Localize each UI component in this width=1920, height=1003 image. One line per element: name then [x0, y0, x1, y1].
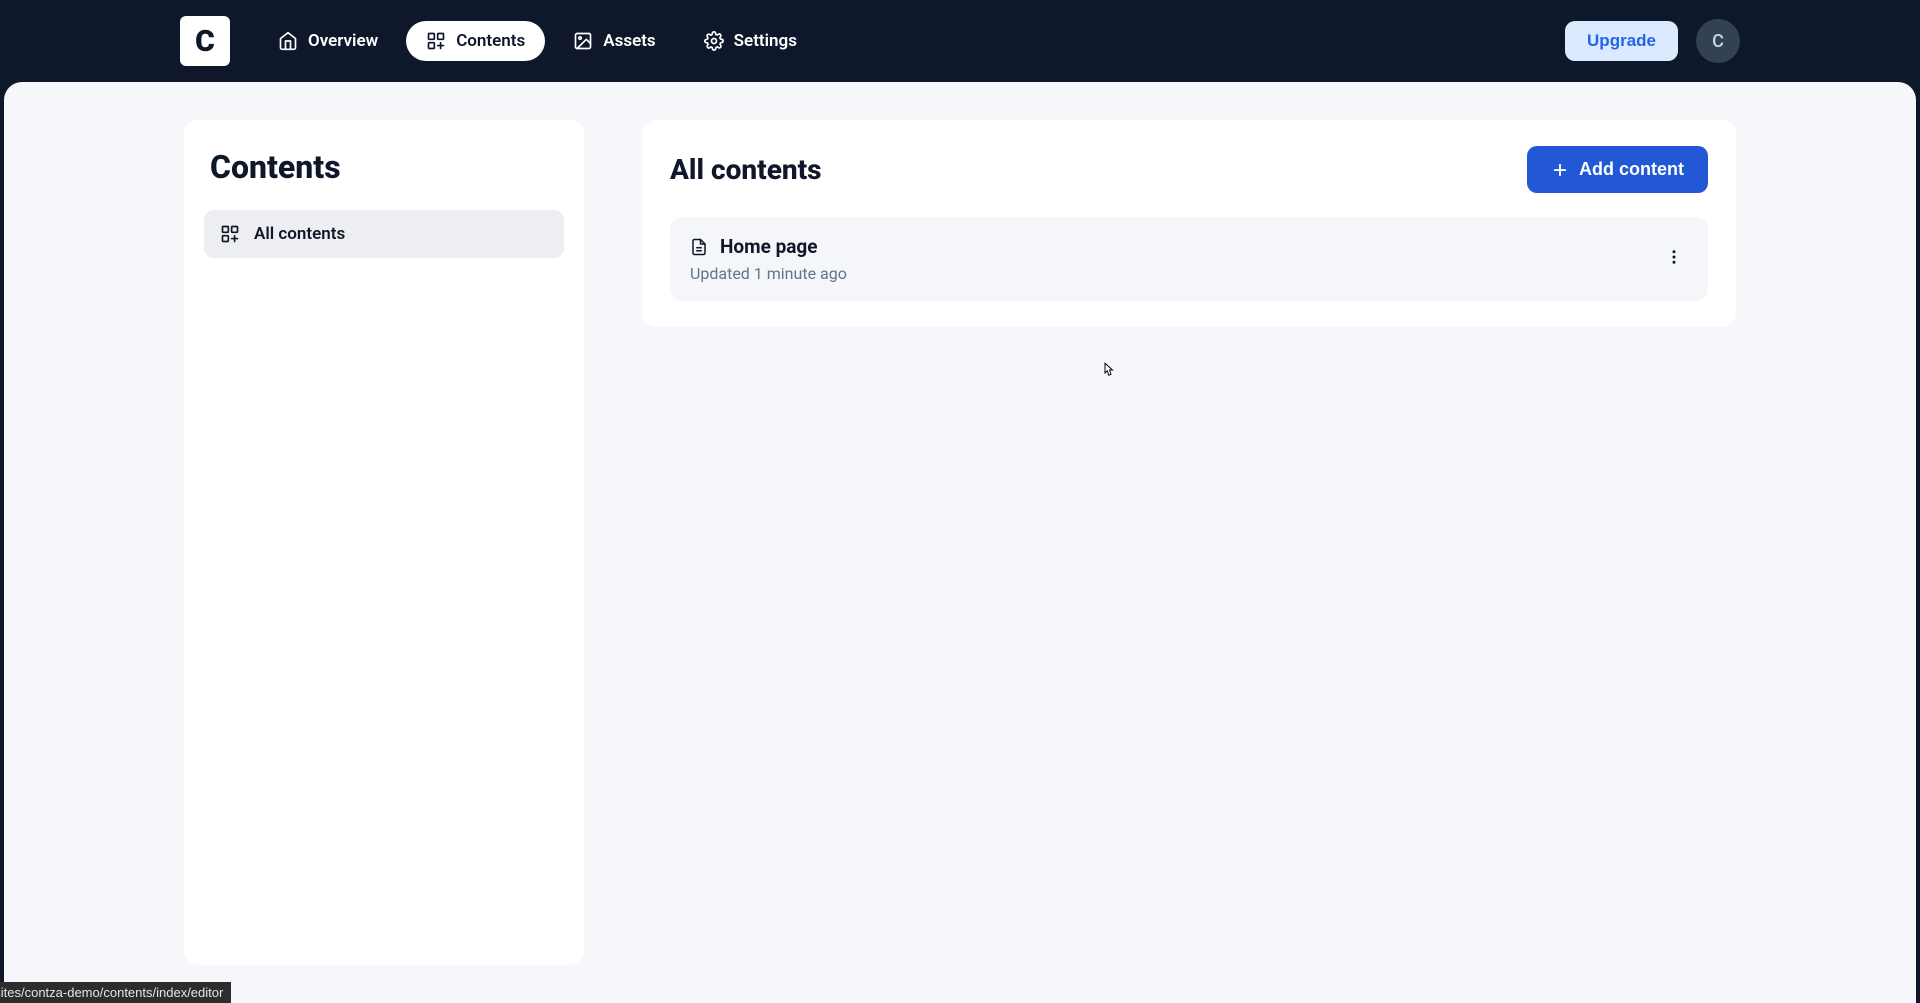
- plus-icon: [1551, 161, 1569, 179]
- app-logo[interactable]: C: [180, 16, 230, 66]
- avatar-initial: C: [1712, 31, 1724, 52]
- page-title: All contents: [670, 153, 822, 186]
- nav-contents[interactable]: Contents: [406, 21, 545, 61]
- sidebar-item-all-contents[interactable]: All contents: [204, 210, 564, 258]
- topbar: C Overview Contents Assets: [0, 0, 1920, 82]
- more-vertical-icon: [1665, 248, 1683, 270]
- document-icon: [690, 238, 708, 256]
- content-card[interactable]: Home page Updated 1 minute ago: [670, 217, 1708, 301]
- grid-plus-icon: [426, 31, 446, 51]
- upgrade-button[interactable]: Upgrade: [1565, 21, 1678, 61]
- card-menu-button[interactable]: [1660, 245, 1688, 273]
- nav-assets[interactable]: Assets: [553, 21, 675, 61]
- card-body: Home page Updated 1 minute ago: [690, 235, 847, 283]
- nav-settings-label: Settings: [734, 31, 797, 51]
- cursor-pointer-icon: [1099, 361, 1117, 383]
- add-content-button[interactable]: Add content: [1527, 146, 1708, 193]
- logo-letter: C: [195, 24, 215, 59]
- nav-contents-label: Contents: [456, 31, 525, 51]
- avatar[interactable]: C: [1696, 19, 1740, 63]
- add-content-label: Add content: [1579, 159, 1684, 180]
- nav-assets-label: Assets: [603, 31, 655, 51]
- sidebar-item-label: All contents: [254, 224, 345, 244]
- topbar-left: C Overview Contents Assets: [180, 16, 817, 66]
- card-subtitle: Updated 1 minute ago: [690, 264, 847, 283]
- content-list: Home page Updated 1 minute ago: [670, 217, 1708, 301]
- main-area: Contents All contents All contents Add c…: [4, 82, 1916, 1003]
- home-icon: [278, 31, 298, 51]
- topbar-right: Upgrade C: [1565, 19, 1740, 63]
- card-title: Home page: [720, 235, 818, 258]
- card-title-row: Home page: [690, 235, 847, 258]
- content-panel: All contents Add content Home page Upd: [642, 120, 1736, 327]
- nav-settings[interactable]: Settings: [684, 21, 817, 61]
- grid-plus-icon: [220, 224, 240, 244]
- sidebar-title: Contents: [204, 148, 564, 186]
- nav-overview[interactable]: Overview: [258, 21, 398, 61]
- status-bar-url: https://app.contza.com/websites/contza-d…: [0, 982, 231, 1003]
- image-icon: [573, 31, 593, 51]
- sidebar: Contents All contents: [184, 120, 584, 965]
- main-nav: Overview Contents Assets Settings: [258, 21, 817, 61]
- upgrade-label: Upgrade: [1587, 31, 1656, 50]
- content-header: All contents Add content: [670, 146, 1708, 193]
- gear-icon: [704, 31, 724, 51]
- nav-overview-label: Overview: [308, 31, 378, 51]
